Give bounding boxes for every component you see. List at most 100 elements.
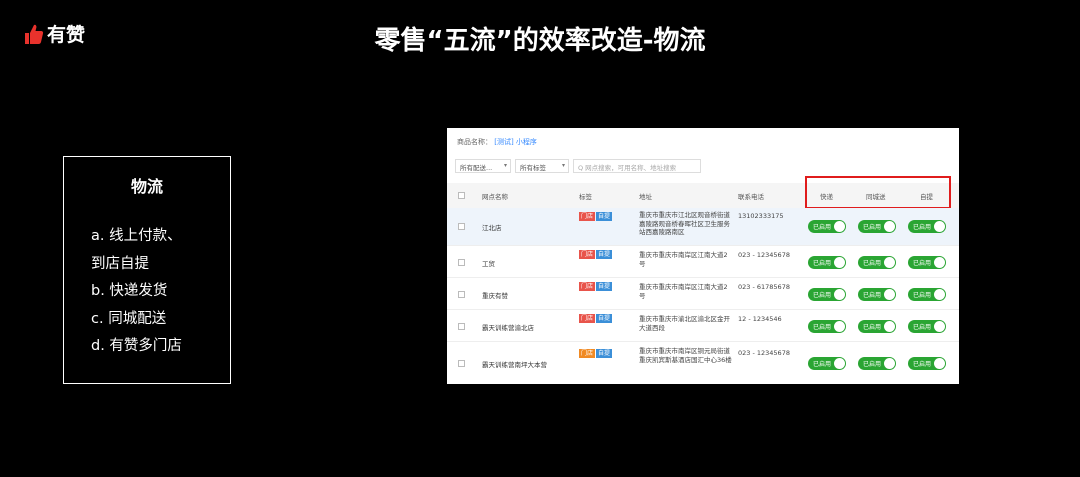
toggle-knob	[834, 321, 845, 332]
express-toggle[interactable]: 已启用	[808, 357, 846, 370]
store-name: 江北店	[482, 224, 502, 232]
store-tag: 门店	[579, 282, 596, 291]
pickup-tag: 自提	[596, 349, 613, 358]
col-phone: 联系电话	[738, 193, 764, 201]
toggle-label: 已启用	[813, 361, 832, 368]
store-search-input[interactable]: Q 网点搜索，可用名称、地址搜索	[573, 159, 701, 173]
chevron-down-icon: ▾	[561, 162, 565, 169]
store-address: 重庆市重庆市江北区观音桥街道嘉陵路观音桥春晖社区卫生服务站西嘉陵路南区	[639, 211, 730, 236]
list-item: b. 快递发货	[91, 283, 168, 299]
toggle-knob	[884, 358, 895, 369]
store-phone: 023 - 12345678	[738, 349, 790, 357]
table-row[interactable]: 霸天训练营南坪大本营 门店 自提 重庆市重庆市南岸区铜元局街道重庆凯宾斯基酒店国…	[447, 342, 959, 384]
pickup-toggle[interactable]: 已启用	[908, 320, 946, 333]
toggle-label: 已启用	[863, 292, 882, 299]
store-tag: 门店	[579, 349, 596, 358]
store-phone: 13102333175	[738, 212, 784, 220]
chevron-down-icon: ▾	[503, 162, 507, 169]
store-tag: 门店	[579, 314, 596, 323]
pickup-toggle[interactable]: 已启用	[908, 357, 946, 370]
toggle-knob	[884, 289, 895, 300]
col-tags: 标签	[579, 193, 592, 201]
toggle-label: 已启用	[863, 324, 882, 331]
toggle-label: 已启用	[913, 224, 932, 231]
logistics-list: a. 线上付款、 到店自提 b. 快递发货 c. 同城配送 d. 有赞多门店	[91, 223, 182, 361]
store-tag: 门店	[579, 250, 596, 259]
row-checkbox[interactable]	[458, 291, 465, 298]
row-checkbox[interactable]	[458, 360, 465, 367]
tag-filter-select[interactable]: 所有标签 ▾	[515, 159, 569, 173]
toggle-label: 已启用	[913, 292, 932, 299]
store-name: 霸天训练营渝北店	[482, 324, 534, 332]
tag-filter-value: 所有标签	[520, 164, 546, 172]
toggle-label: 已启用	[863, 224, 882, 231]
table-row[interactable]: 工贸 门店 自提 重庆市重庆市南岸区江南大道2号 023 - 12345678 …	[447, 246, 959, 278]
product-label: 商品名称：	[457, 138, 492, 146]
pickup-tag: 自提	[596, 212, 613, 221]
toggle-knob	[884, 321, 895, 332]
toggle-knob	[934, 358, 945, 369]
pickup-tag: 自提	[596, 282, 613, 291]
row-checkbox[interactable]	[458, 259, 465, 266]
pickup-toggle[interactable]: 已启用	[908, 220, 946, 233]
city-delivery-toggle[interactable]: 已启用	[858, 256, 896, 269]
pickup-tag: 自提	[596, 250, 613, 259]
toggle-label: 已启用	[813, 324, 832, 331]
toggle-label: 已启用	[863, 260, 882, 267]
store-list-screenshot: 商品名称： [测试] 小程序 所有配送... ▾ 所有标签 ▾ Q 网点搜索，可…	[447, 128, 959, 384]
store-phone: 12 - 1234546	[738, 315, 782, 323]
express-toggle[interactable]: 已启用	[808, 288, 846, 301]
city-delivery-toggle[interactable]: 已启用	[858, 288, 896, 301]
toggle-knob	[834, 358, 845, 369]
row-checkbox[interactable]	[458, 223, 465, 230]
store-phone: 023 - 12345678	[738, 251, 790, 259]
toggle-knob	[934, 321, 945, 332]
store-address: 重庆市重庆市南岸区江南大道2号	[639, 283, 728, 300]
table-row[interactable]: 江北店 门店 自提 重庆市重庆市江北区观音桥街道嘉陵路观音桥春晖社区卫生服务站西…	[447, 208, 959, 246]
toggle-label: 已启用	[913, 324, 932, 331]
store-name: 工贸	[482, 260, 495, 268]
store-name: 霸天训练营南坪大本营	[482, 361, 547, 369]
product-link[interactable]: [测试] 小程序	[494, 138, 537, 146]
city-delivery-toggle[interactable]: 已启用	[858, 357, 896, 370]
express-toggle[interactable]: 已启用	[808, 220, 846, 233]
pickup-toggle[interactable]: 已启用	[908, 256, 946, 269]
delivery-filter-select[interactable]: 所有配送... ▾	[455, 159, 511, 173]
toggle-knob	[834, 289, 845, 300]
store-address: 重庆市重庆市南岸区江南大道2号	[639, 251, 728, 268]
list-item: c. 同城配送	[91, 310, 167, 327]
list-item: 到店自提	[91, 255, 149, 272]
express-toggle[interactable]: 已启用	[808, 320, 846, 333]
delivery-columns-highlight	[805, 176, 951, 209]
store-tag: 门店	[579, 212, 596, 221]
list-item: a. 线上付款、	[91, 228, 182, 244]
toggle-knob	[884, 221, 895, 232]
pickup-toggle[interactable]: 已启用	[908, 288, 946, 301]
store-phone: 023 - 61785678	[738, 283, 790, 291]
delivery-filter-value: 所有配送...	[460, 164, 493, 172]
select-all-checkbox[interactable]	[458, 192, 465, 199]
store-address: 重庆市重庆市渝北区渝北区金开大道西段	[639, 315, 730, 332]
city-delivery-toggle[interactable]: 已启用	[858, 220, 896, 233]
table-row[interactable]: 重庆有赞 门店 自提 重庆市重庆市南岸区江南大道2号 023 - 6178567…	[447, 278, 959, 310]
list-item: d. 有赞多门店	[91, 338, 182, 354]
city-delivery-toggle[interactable]: 已启用	[858, 320, 896, 333]
toggle-knob	[934, 289, 945, 300]
toggle-knob	[834, 257, 845, 268]
toggle-label: 已启用	[813, 260, 832, 267]
toggle-knob	[934, 257, 945, 268]
toggle-knob	[834, 221, 845, 232]
toggle-knob	[934, 221, 945, 232]
toggle-label: 已启用	[813, 224, 832, 231]
slide-title: 零售“五流”的效率改造-物流	[374, 26, 706, 56]
toggle-label: 已启用	[913, 260, 932, 267]
toggle-knob	[884, 257, 895, 268]
row-checkbox[interactable]	[458, 323, 465, 330]
express-toggle[interactable]: 已启用	[808, 256, 846, 269]
store-address: 重庆市重庆市南岸区铜元局街道重庆凯宾斯基酒店国汇中心36楼	[639, 347, 732, 364]
logistics-box-title: 物流	[130, 177, 163, 196]
toggle-label: 已启用	[913, 361, 932, 368]
table-row[interactable]: 霸天训练营渝北店 门店 自提 重庆市重庆市渝北区渝北区金开大道西段 12 - 1…	[447, 310, 959, 342]
pickup-tag: 自提	[596, 314, 613, 323]
toggle-label: 已启用	[863, 361, 882, 368]
